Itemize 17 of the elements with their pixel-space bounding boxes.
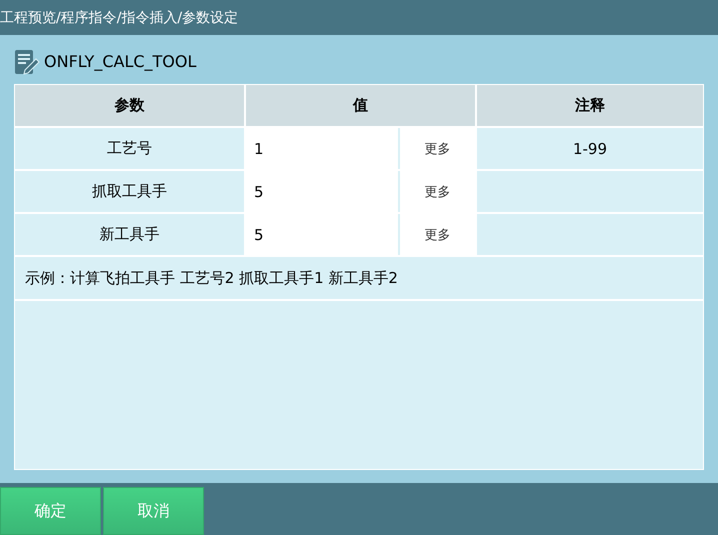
column-header: 参数 <box>15 85 244 126</box>
column-header: 注释 <box>477 85 703 126</box>
edit-document-icon <box>14 48 40 74</box>
param-cell: 新工具手 <box>15 214 244 255</box>
breadcrumb: 工程预览/程序指令/指令插入/参数设定 <box>0 8 238 26</box>
more-button[interactable]: 更多 <box>400 171 475 212</box>
param-cell: 工艺号 <box>15 128 244 169</box>
value-field[interactable]: 5 <box>246 171 398 212</box>
instruction-name: ONFLY_CALC_TOOL <box>44 52 196 71</box>
column-header: 值 <box>246 85 475 126</box>
example-text: 示例：计算飞拍工具手 工艺号2 抓取工具手1 新工具手2 <box>15 257 703 299</box>
param-cell: 抓取工具手 <box>15 171 244 212</box>
more-button[interactable]: 更多 <box>400 214 475 255</box>
note-cell: 1-99 <box>477 128 703 169</box>
more-button[interactable]: 更多 <box>400 128 475 169</box>
value-field[interactable]: 1 <box>246 128 398 169</box>
value-field[interactable]: 5 <box>246 214 398 255</box>
